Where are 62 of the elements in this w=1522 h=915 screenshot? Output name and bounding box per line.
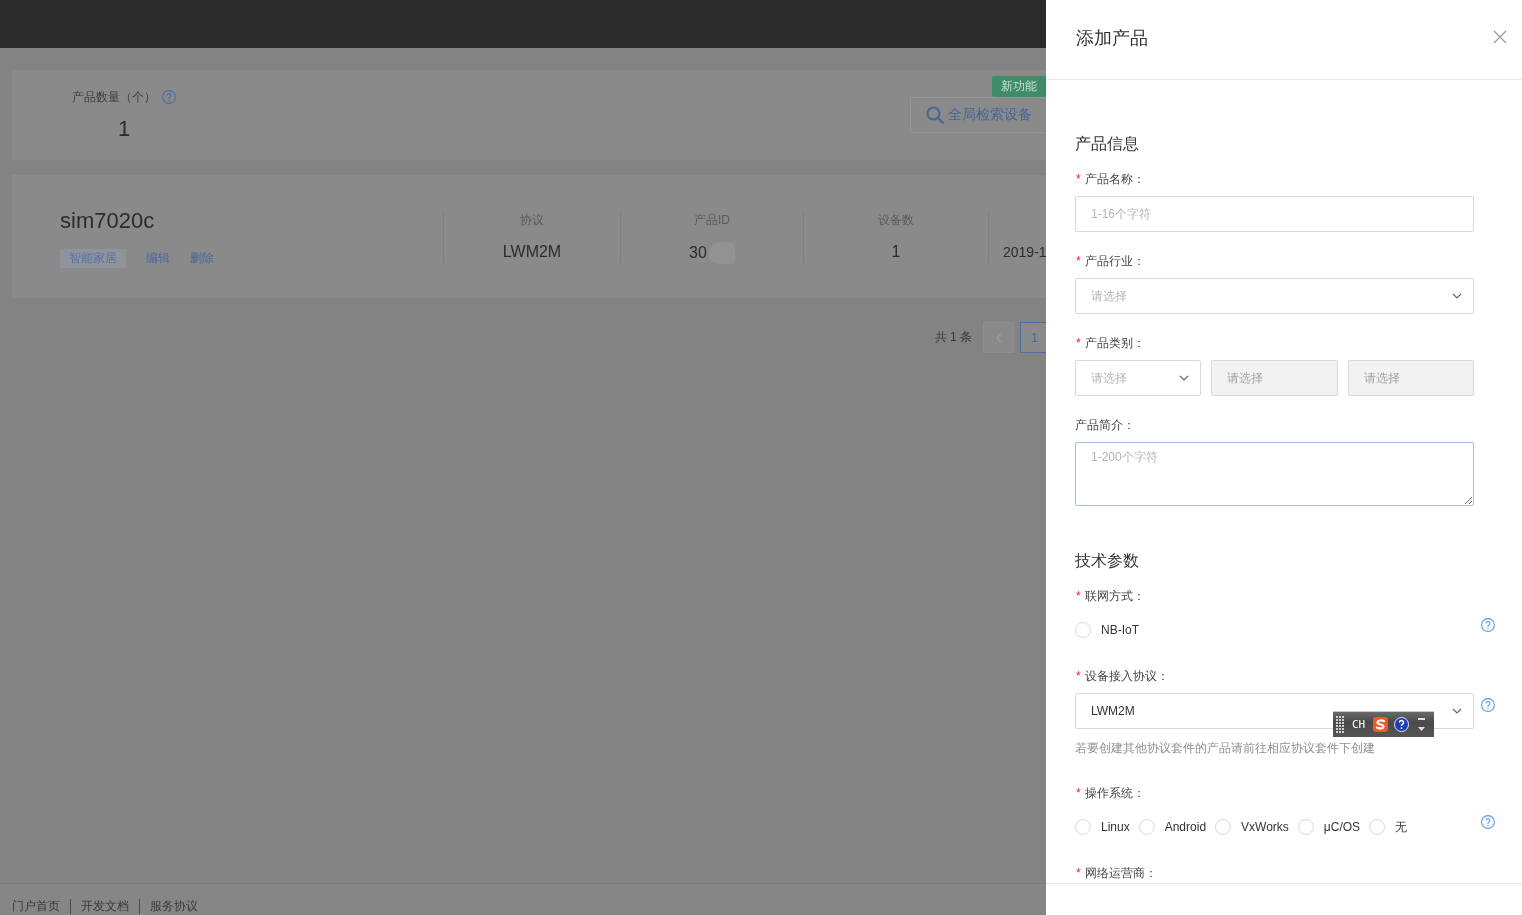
radio-label: NB-IoT [1101, 623, 1139, 637]
field-label: 操作系统： [1084, 784, 1145, 802]
stat-label: 产品数量（个） [72, 88, 156, 106]
search-icon [926, 105, 944, 124]
required-mark: * [1076, 336, 1081, 350]
field-label: 产品类别： [1084, 334, 1145, 352]
action-link[interactable]: 删除 [190, 249, 214, 267]
field-label: 产品名称： [1084, 170, 1145, 188]
column-value: 2019-1 [1003, 242, 1046, 262]
textarea-field[interactable]: 1-200个字符 [1075, 442, 1474, 506]
select-field[interactable]: 请选择 [1075, 360, 1202, 396]
ime-logo-icon[interactable] [1373, 717, 1389, 732]
page-button[interactable]: 1 [1020, 322, 1046, 353]
grip-icon[interactable] [1336, 716, 1344, 733]
new-feature-badge: 新功能 [992, 76, 1046, 97]
radio-label: μC/OS [1323, 820, 1361, 834]
total-count: 共 1 条 [934, 329, 972, 346]
footer-link[interactable]: 开发文档 [70, 899, 139, 914]
hint-text: 若要创建其他协议套件的产品请前往相应协议套件下创建 [1075, 740, 1376, 756]
column-value: 1 [891, 241, 901, 262]
radio-button[interactable] [1369, 819, 1386, 835]
required-mark: * [1076, 669, 1081, 683]
global-search-button[interactable]: 全局检索设备 [910, 96, 1046, 133]
required-mark: * [1076, 172, 1081, 186]
radio-button[interactable] [1215, 819, 1232, 835]
ime-toolbar[interactable]: CH [1333, 711, 1434, 737]
field-label: 产品简介： [1075, 416, 1135, 434]
chevron-down-icon [1179, 375, 1190, 381]
radio-label: 无 [1395, 818, 1408, 836]
radio-button[interactable] [1075, 819, 1091, 835]
footer-link[interactable]: 门户首页 [12, 899, 70, 914]
section-title: 产品信息 [1075, 134, 1140, 154]
field-label: 产品行业： [1084, 252, 1145, 270]
drawer-title: 添加产品 [1076, 26, 1148, 50]
radio-label: Linux [1101, 820, 1130, 834]
close-button[interactable] [1492, 29, 1508, 45]
required-mark: * [1076, 254, 1081, 268]
close-icon [1492, 29, 1508, 45]
required-mark: * [1076, 589, 1081, 603]
menu-arrows-icon[interactable] [1418, 716, 1426, 733]
radio-button[interactable] [1297, 819, 1314, 835]
required-mark: * [1076, 786, 1081, 800]
action-link[interactable]: 编辑 [146, 249, 170, 267]
column-value: 30 [689, 242, 707, 263]
radio-button[interactable] [1075, 622, 1091, 638]
section-title: 技术参数 [1075, 551, 1140, 571]
stat-value: 1 [118, 116, 131, 142]
chevron-down-icon [1452, 293, 1462, 299]
input-mode-label[interactable]: CH [1352, 718, 1366, 731]
required-mark: * [1076, 866, 1081, 880]
product-name: sim7020c [60, 206, 155, 235]
radio-label: VxWorks [1241, 820, 1289, 834]
radio-label: Android [1164, 820, 1207, 834]
chevron-down-icon [1452, 708, 1462, 714]
radio-button[interactable] [1138, 819, 1155, 835]
input-field[interactable]: 1-16个字符 [1075, 196, 1474, 232]
field-label: 网络运营商： [1084, 864, 1157, 882]
field-label: 联网方式： [1084, 587, 1145, 605]
select-field[interactable]: 请选择 [1075, 278, 1474, 314]
footer-link[interactable]: 服务协议 [139, 899, 208, 914]
field-label: 设备接入协议： [1084, 667, 1169, 685]
column-value: LWM2M [502, 241, 562, 262]
